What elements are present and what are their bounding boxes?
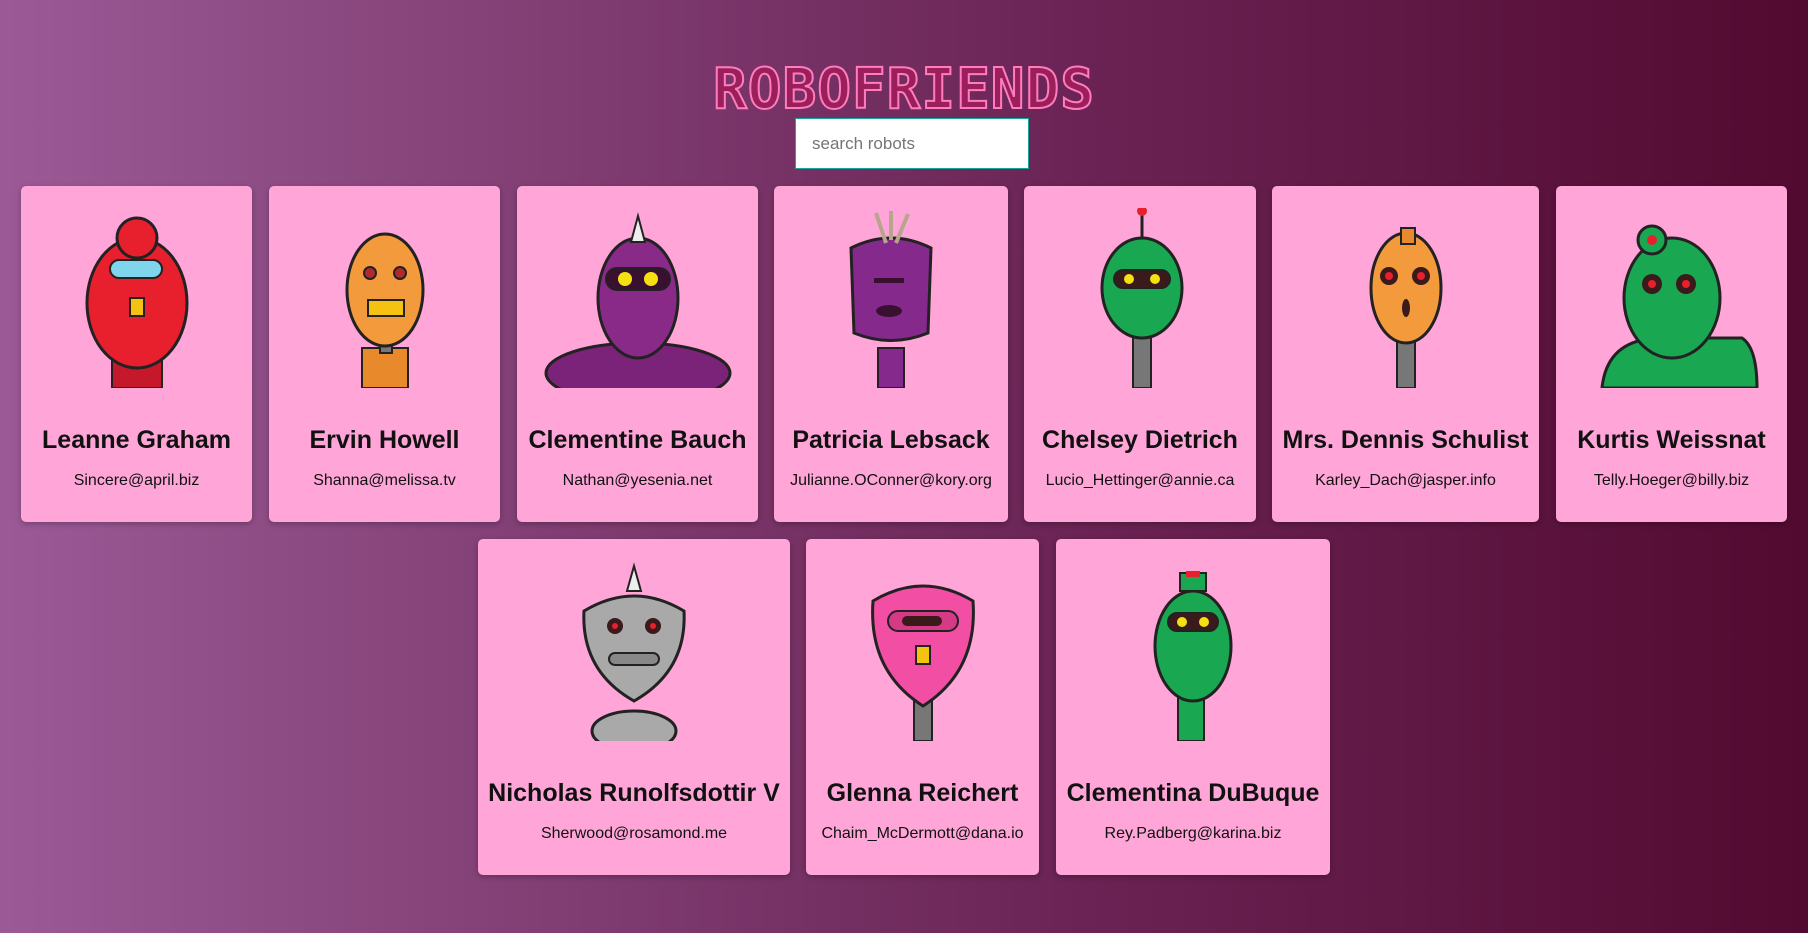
robot-avatar-icon xyxy=(870,584,975,741)
robot-email: Rey.Padberg@karina.biz xyxy=(1104,825,1282,842)
robot-avatar-icon xyxy=(85,216,188,388)
robot-card[interactable]: Glenna Reichert Chaim_McDermott@dana.io xyxy=(806,539,1039,875)
robot-card[interactable]: Mrs. Dennis Schulist Karley_Dach@jasper.… xyxy=(1272,186,1539,522)
robot-name: Kurtis Weissnat xyxy=(1577,426,1766,454)
robot-name: Clementina DuBuque xyxy=(1066,779,1320,807)
robot-email: Nathan@yesenia.net xyxy=(562,472,713,489)
robot-card[interactable]: Leanne Graham Sincere@april.biz xyxy=(21,186,252,522)
robot-avatar-icon xyxy=(544,212,731,388)
robot-name: Clementine Bauch xyxy=(528,426,747,454)
robot-name: Nicholas Runolfsdottir V xyxy=(488,779,780,807)
robot-card[interactable]: Clementine Bauch Nathan@yesenia.net xyxy=(517,186,758,522)
robot-name: Glenna Reichert xyxy=(826,779,1019,807)
robot-email: Sincere@april.biz xyxy=(73,472,200,489)
robot-email: Chaim_McDermott@dana.io xyxy=(821,825,1024,842)
robot-card[interactable]: Patricia Lebsack Julianne.OConner@kory.o… xyxy=(774,186,1008,522)
robot-name: Mrs. Dennis Schulist xyxy=(1282,426,1529,454)
robot-avatar-icon xyxy=(1369,227,1442,388)
robot-avatar-icon xyxy=(849,211,933,388)
robot-avatar-icon xyxy=(582,562,686,741)
robot-avatar-icon xyxy=(1100,208,1184,388)
robot-name: Chelsey Dietrich xyxy=(1042,426,1238,454)
robot-card[interactable]: Clementina DuBuque Rey.Padberg@karina.bi… xyxy=(1056,539,1330,875)
robot-avatar-icon xyxy=(1153,571,1233,741)
robot-email: Lucio_Hettinger@annie.ca xyxy=(1045,472,1235,489)
robot-name: Ervin Howell xyxy=(309,426,460,454)
app-title: ROBOFRIENDS xyxy=(712,56,1095,122)
robot-card[interactable]: Nicholas Runolfsdottir V Sherwood@rosamo… xyxy=(478,539,790,875)
robot-card[interactable]: Chelsey Dietrich Lucio_Hettinger@annie.c… xyxy=(1024,186,1256,522)
robot-card[interactable]: Kurtis Weissnat Telly.Hoeger@billy.biz xyxy=(1556,186,1787,522)
robot-card[interactable]: Ervin Howell Shanna@melissa.tv xyxy=(269,186,500,522)
robot-name: Patricia Lebsack xyxy=(792,426,990,454)
robot-email: Shanna@melissa.tv xyxy=(313,472,456,489)
robot-email: Sherwood@rosamond.me xyxy=(540,825,728,842)
robot-email: Julianne.OConner@kory.org xyxy=(790,472,992,489)
robot-avatar-icon xyxy=(1599,224,1759,388)
robot-name: Leanne Graham xyxy=(42,426,231,454)
robot-avatar-icon xyxy=(345,232,424,388)
search-input[interactable] xyxy=(795,118,1029,169)
robot-email: Telly.Hoeger@billy.biz xyxy=(1593,472,1750,489)
robot-email: Karley_Dach@jasper.info xyxy=(1315,472,1496,489)
